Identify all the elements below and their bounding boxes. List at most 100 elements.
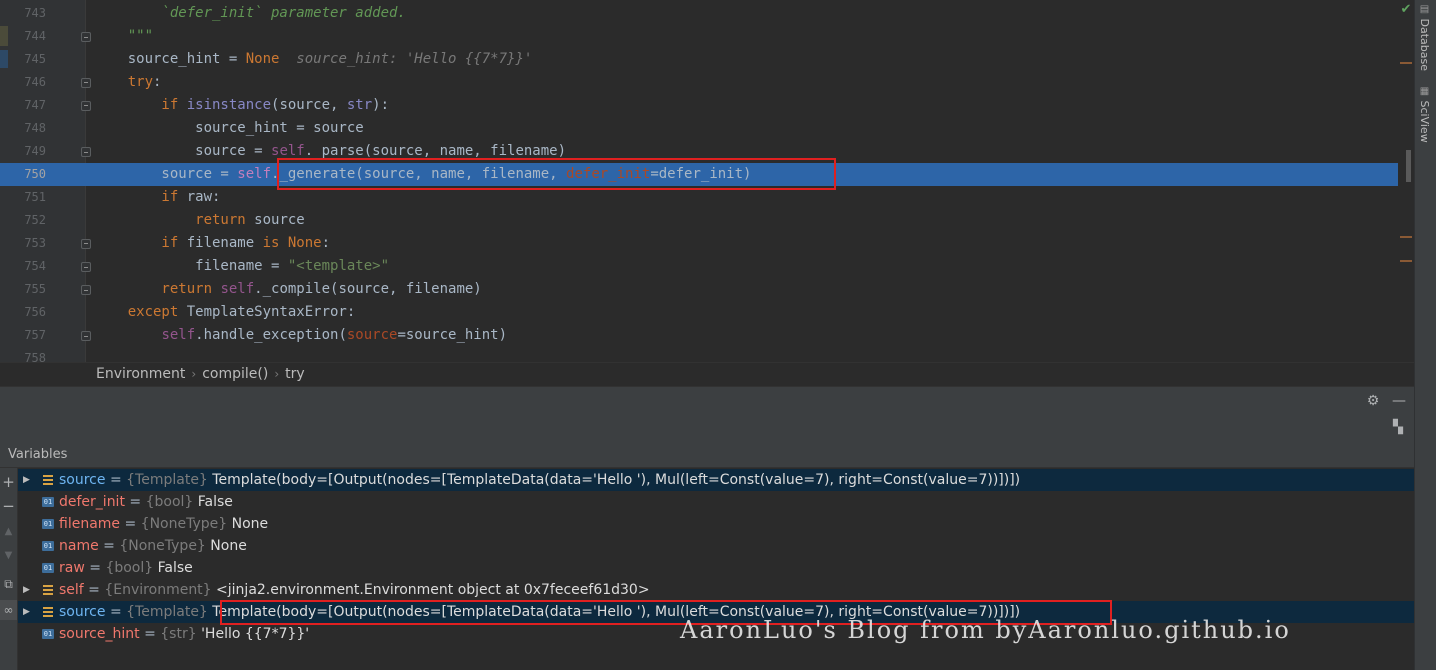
fold-marker-icon[interactable] (81, 262, 91, 272)
variable-name: name (59, 538, 99, 554)
code-token: self (271, 143, 305, 159)
fold-marker-icon[interactable] (81, 101, 91, 111)
breadcrumb-item-try[interactable]: try (285, 366, 305, 382)
code-line[interactable]: 743 `defer_init` parameter added. (0, 2, 1414, 25)
breadcrumb-item-compile[interactable]: compile() (202, 366, 268, 382)
breadcrumb-separator: › (274, 367, 280, 381)
tab-database-label: Database (1418, 18, 1431, 72)
code-line[interactable]: 745 source_hint = None source_hint: 'Hel… (0, 48, 1414, 71)
variable-type: {bool} (145, 494, 194, 510)
code-line[interactable]: 758 (0, 347, 1414, 362)
error-stripe-ruler[interactable] (1398, 0, 1414, 362)
variable-name: source_hint (59, 626, 140, 642)
variable-row-filename[interactable]: 01 filename = {NoneType} None (18, 513, 1414, 535)
code-token: str (346, 97, 373, 113)
breadcrumb: Environment › compile() › try (0, 362, 1414, 386)
variable-row-raw[interactable]: 01 raw = {bool} False (18, 557, 1414, 579)
expand-arrow-icon[interactable]: ▶ (23, 601, 30, 623)
variable-name: defer_init (59, 494, 125, 510)
equals-sign: = (124, 494, 146, 510)
code-line[interactable]: 753 if filename is None: (0, 232, 1414, 255)
variable-text: self = {Environment} <jinja2.environment… (59, 579, 650, 601)
variable-value: <jinja2.environment.Environment object a… (216, 582, 650, 598)
variables-title: Variables (8, 447, 68, 462)
fold-marker-icon[interactable] (81, 331, 91, 341)
code-token: is None (262, 235, 322, 251)
tab-sciview[interactable]: ▦ SciView (1418, 86, 1431, 143)
line-number: 755 (24, 282, 46, 296)
code-text: if filename is None: (94, 232, 330, 255)
variable-value: False (157, 560, 193, 576)
code-text: self.handle_exception(source=source_hint… (94, 324, 507, 347)
code-line[interactable]: 752 return source (0, 209, 1414, 232)
add-watch-icon[interactable]: + (0, 472, 17, 492)
fold-marker-icon[interactable] (81, 285, 91, 295)
code-line[interactable]: 754 filename = "<template>" (0, 255, 1414, 278)
variable-text: filename = {NoneType} None (59, 513, 268, 535)
primitive-field-icon: 01 (42, 563, 54, 573)
breadcrumb-separator: › (191, 367, 197, 381)
primitive-field-icon: 01 (42, 497, 54, 507)
fold-marker-icon[interactable] (81, 32, 91, 42)
line-number: 749 (24, 144, 46, 158)
code-line[interactable]: 744 """ (0, 25, 1414, 48)
watermark: AaronLuo's Blog from byAaronluo.github.i… (680, 616, 1291, 644)
code-line[interactable]: 755 return self._compile(source, filenam… (0, 278, 1414, 301)
line-number: 747 (24, 98, 46, 112)
tab-database[interactable]: ▤ Database (1418, 4, 1431, 71)
fold-marker-icon[interactable] (81, 78, 91, 88)
code-line[interactable]: 748 source_hint = source (0, 117, 1414, 140)
code-token: =source_hint) (397, 327, 508, 343)
code-token: source (254, 212, 305, 228)
minimize-icon[interactable]: — (1390, 392, 1408, 410)
move-down-icon[interactable]: ▼ (0, 546, 17, 566)
variable-row-self[interactable]: ▶ self = {Environment} <jinja2.environmen… (18, 579, 1414, 601)
variable-type: {NoneType} (119, 538, 206, 554)
variable-name: source (59, 472, 106, 488)
variable-row-name[interactable]: 01 name = {NoneType} None (18, 535, 1414, 557)
code-editor[interactable]: 743 `defer_init` parameter added. 744 """… (0, 0, 1414, 362)
code-token: """ (94, 28, 154, 44)
variable-text: source_hint = {str} 'Hello {{7*7}}' (59, 623, 309, 645)
show-watches-icon[interactable]: ∞ (0, 600, 17, 620)
code-text: `defer_init` parameter added. (94, 2, 406, 25)
variable-row-defer-init[interactable]: 01 defer_init = {bool} False (18, 491, 1414, 513)
code-token: ._compile(source, filename) (254, 281, 482, 297)
gear-icon[interactable]: ⚙ (1364, 392, 1382, 410)
move-up-icon[interactable]: ▲ (0, 522, 17, 542)
inspection-ok-icon[interactable]: ✔ (1398, 2, 1414, 18)
expand-arrow-icon[interactable]: ▶ (23, 579, 30, 601)
code-token: `defer_init` parameter added. (94, 5, 406, 21)
variable-type: {str} (160, 626, 197, 642)
code-token: source = (94, 166, 238, 182)
object-field-icon (43, 585, 53, 595)
layout-settings-icon[interactable]: ▚ (1390, 419, 1406, 437)
code-token: return (94, 212, 255, 228)
expand-arrow-icon[interactable]: ▶ (23, 469, 30, 491)
code-line[interactable]: 757 self.handle_exception(source=source_… (0, 324, 1414, 347)
code-line[interactable]: 756 except TemplateSyntaxError: (0, 301, 1414, 324)
code-line[interactable]: 746 try: (0, 71, 1414, 94)
code-text: source_hint = None source_hint: 'Hello {… (94, 48, 533, 71)
breadcrumb-item-environment[interactable]: Environment (96, 366, 185, 382)
fold-marker-icon[interactable] (81, 239, 91, 249)
code-token: : (153, 74, 162, 90)
variable-row-source[interactable]: ▶ source = {Template} Template(body=[Outp… (18, 469, 1414, 491)
code-token: (source, (271, 97, 347, 113)
primitive-field-icon: 01 (42, 519, 54, 529)
code-token: self (237, 166, 272, 182)
variable-type: {bool} (105, 560, 154, 576)
code-text: source_hint = source (94, 117, 364, 140)
editor-scrollbar-thumb[interactable] (1406, 150, 1411, 182)
code-token: source (346, 327, 398, 343)
code-token: if (94, 235, 187, 251)
fold-marker-icon[interactable] (81, 147, 91, 157)
remove-watch-icon[interactable]: − (0, 496, 17, 516)
variable-type: {Environment} (104, 582, 212, 598)
line-number: 745 (24, 52, 46, 66)
debug-toolbar: ▚ (0, 414, 1414, 442)
line-number: 753 (24, 236, 46, 250)
code-token: filename = (94, 258, 288, 274)
code-line[interactable]: 747 if isinstance(source, str): (0, 94, 1414, 117)
copy-icon[interactable]: ⧉ (0, 574, 17, 594)
